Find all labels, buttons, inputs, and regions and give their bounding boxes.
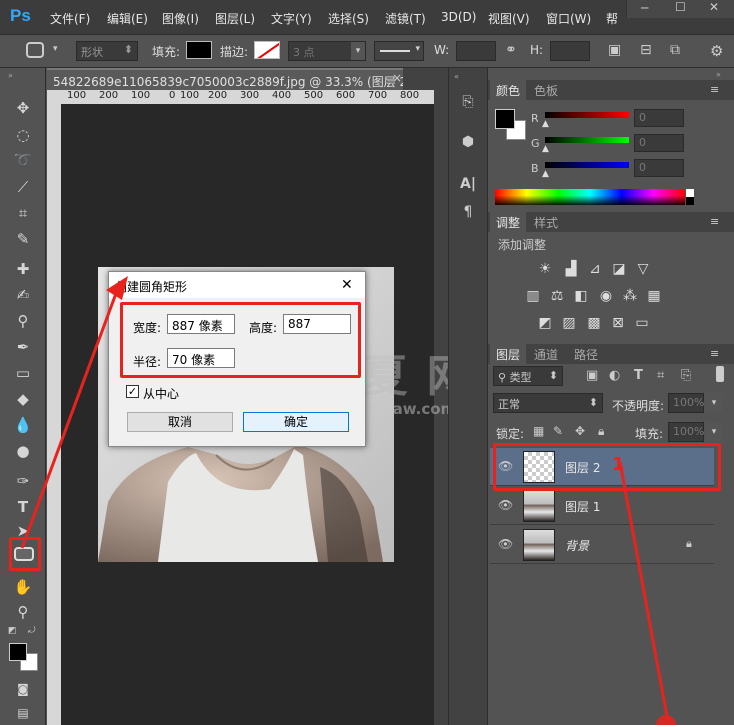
annotation-arrow-end [656,715,676,725]
annotation-arrow-line [20,287,120,549]
annotation-arrow-line-2 [618,461,670,723]
annotation-arrows [20,276,676,725]
annotation-arrowhead [106,276,128,300]
